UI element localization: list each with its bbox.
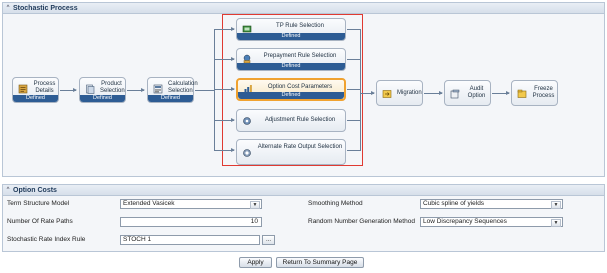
node-status-badge: Defined xyxy=(237,63,345,70)
flow-arrow xyxy=(424,91,443,95)
product-selection-node[interactable]: Product Selection Defined xyxy=(79,77,126,103)
node-label: Product Selection xyxy=(100,81,125,94)
random-number-generation-method-label: Random Number Generation Method xyxy=(308,218,415,225)
node-label: Option Cost Parameters xyxy=(267,84,333,90)
random-number-generation-method-select[interactable]: Low Discrepancy Sequences ▼ xyxy=(420,217,563,227)
flow-bracket-left xyxy=(214,29,215,151)
flow-arrow xyxy=(214,118,235,122)
flow-arrow xyxy=(492,91,510,95)
flow-line xyxy=(347,59,360,60)
chevron-down-icon[interactable]: ▼ xyxy=(551,201,561,209)
smoothing-method-label: Smoothing Method xyxy=(308,200,363,207)
calculation-selection-node[interactable]: Calculation Selection Defined xyxy=(147,77,198,103)
collapse-icon[interactable]: ^ xyxy=(3,5,13,11)
migration-icon xyxy=(381,88,392,99)
node-label: TP Rule Selection xyxy=(276,23,324,29)
process-details-node[interactable]: Process Details Defined xyxy=(12,77,59,103)
audit-icon xyxy=(449,88,460,99)
selected-value: Low Discrepancy Sequences xyxy=(423,218,507,225)
node-status-badge: Defined xyxy=(13,95,58,102)
adjustment-rule-selection-node[interactable]: Adjustment Rule Selection xyxy=(236,109,346,132)
migration-node[interactable]: Migration xyxy=(376,80,423,106)
collapse-icon[interactable]: ^ xyxy=(3,187,13,193)
chevron-down-icon[interactable]: ▼ xyxy=(551,219,561,227)
node-status-badge: Defined xyxy=(80,95,125,102)
node-label: Prepayment Rule Selection xyxy=(263,53,337,59)
node-status-badge: Defined xyxy=(237,33,345,40)
node-label: Migration xyxy=(397,90,422,96)
flow-bracket-right xyxy=(360,29,361,151)
flow-arrow xyxy=(214,87,235,91)
stochastic-rate-index-rule-label: Stochastic Rate Index Rule xyxy=(7,236,86,243)
stochastic-process-header[interactable]: ^ Stochastic Process xyxy=(3,3,604,14)
node-status-badge: Defined xyxy=(238,92,344,99)
return-to-summary-button[interactable]: Return To Summary Page xyxy=(276,257,364,268)
section-title: Stochastic Process xyxy=(13,4,78,12)
freeze-icon xyxy=(516,88,527,99)
term-structure-model-label: Term Structure Model xyxy=(7,200,70,207)
node-label: Process Details xyxy=(33,81,56,94)
section-title: Option Costs xyxy=(13,186,57,194)
flow-arrow xyxy=(214,148,235,152)
number-of-rate-paths-label: Number Of Rate Paths xyxy=(7,218,73,225)
selected-value: Cubic spline of yields xyxy=(423,200,485,207)
node-label: Audit Option xyxy=(467,86,486,99)
prepayment-rule-selection-node[interactable]: Prepayment Rule Selection Defined xyxy=(236,48,346,71)
flow-arrow xyxy=(127,88,145,92)
flow-line xyxy=(347,150,360,151)
flow-line xyxy=(347,29,360,30)
adjustment-icon xyxy=(241,115,252,126)
audit-option-node[interactable]: Audit Option xyxy=(444,80,491,106)
details-icon xyxy=(17,83,28,94)
stochastic-rate-index-rule-input[interactable]: STOCH 1 xyxy=(120,235,260,245)
flow-line xyxy=(195,90,214,91)
node-label: Alternate Rate Output Selection xyxy=(257,144,343,150)
node-label: Adjustment Rule Selection xyxy=(264,117,336,123)
option-cost-parameters-node[interactable]: Option Cost Parameters Defined xyxy=(236,78,346,101)
flow-arrow xyxy=(360,91,375,95)
node-status-badge: Defined xyxy=(148,95,193,102)
node-label: Freeze Process xyxy=(532,86,555,99)
term-structure-model-select[interactable]: Extended Vasicek ▼ xyxy=(120,199,262,209)
alternate-rate-icon xyxy=(241,147,252,158)
flow-line xyxy=(347,89,360,90)
flow-arrow xyxy=(214,27,235,31)
selected-value: Extended Vasicek xyxy=(123,200,175,207)
flow-arrow xyxy=(60,88,77,92)
calculator-icon xyxy=(152,83,163,94)
chevron-down-icon[interactable]: ▼ xyxy=(250,201,260,209)
number-of-rate-paths-input[interactable]: 10 xyxy=(120,217,262,227)
freeze-process-node[interactable]: Freeze Process xyxy=(511,80,558,106)
browse-button[interactable]: ... xyxy=(262,235,275,245)
tp-rule-selection-node[interactable]: TP Rule Selection Defined xyxy=(236,18,346,41)
smoothing-method-select[interactable]: Cubic spline of yields ▼ xyxy=(420,199,563,209)
option-costs-header[interactable]: ^ Option Costs xyxy=(3,185,604,196)
product-icon xyxy=(84,83,95,94)
alternate-rate-output-selection-node[interactable]: Alternate Rate Output Selection xyxy=(236,139,346,165)
flow-line xyxy=(347,120,360,121)
flow-arrow xyxy=(214,57,235,61)
node-label: Calculation Selection xyxy=(168,81,198,94)
apply-button[interactable]: Apply xyxy=(239,257,272,268)
